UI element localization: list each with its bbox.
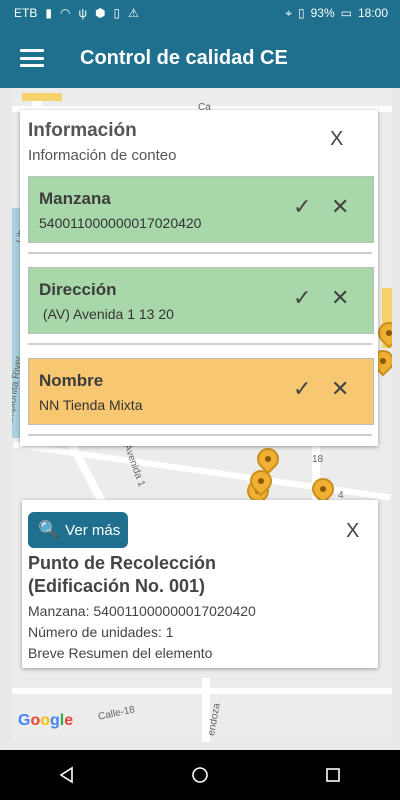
info-panel: Información Información de conteo X Manz… (20, 110, 378, 446)
row-label: Dirección (39, 280, 117, 299)
battery-icon: ▭ (340, 6, 352, 20)
info-subtitle: Información de conteo (28, 147, 177, 164)
battery-percent: 93% (310, 6, 335, 20)
carrier-label: ETB (14, 6, 38, 20)
wifi-icon: ◠ (59, 6, 71, 20)
info-row-direccion: Dirección (AV) Avenida 1 13 20 ✓ ✕ (28, 267, 374, 334)
cross-icon[interactable]: ✕ (331, 194, 349, 220)
info-row-nombre: Nombre NN Tienda Mixta ✓ ✕ (28, 358, 374, 425)
manzana-line: Manzana: 540011000000017020420 (28, 603, 256, 619)
cross-icon[interactable]: ✕ (331, 285, 349, 311)
warning-icon: ⚠ (128, 6, 139, 20)
collection-point-card: 🔍 Ver más X Punto de Recolección (Edific… (22, 500, 378, 668)
row-label: Manzana (39, 189, 111, 208)
system-nav-bar (0, 750, 400, 800)
status-bar: ETB ▮ ◠ ψ ⬢ ▯ ⚠ ⌖ ▯ 93% ▭ 18:00 (0, 0, 400, 28)
row-label: Nombre (39, 371, 104, 390)
sim-icon: ▯ (113, 6, 121, 20)
home-icon[interactable] (191, 766, 209, 784)
usb-icon: ψ (78, 6, 87, 20)
cross-icon[interactable]: ✕ (331, 376, 349, 402)
shield-icon: ⬢ (95, 6, 106, 20)
point-title: Punto de Recolección (Edificación No. 00… (28, 552, 328, 598)
app-title: Control de calidad CE (80, 46, 288, 69)
summary-line: Breve Resumen del elemento (28, 645, 213, 661)
check-icon[interactable]: ✓ (293, 194, 311, 220)
clock: 18:00 (357, 6, 388, 20)
point-title-line2: (Edificación No. 001) (28, 576, 206, 596)
close-point-button[interactable]: X (346, 520, 359, 543)
units-line: Número de unidades: 1 (28, 624, 174, 640)
google-logo: Google (18, 712, 74, 729)
recents-icon[interactable] (324, 766, 342, 784)
row-value: 540011000000017020420 (39, 215, 202, 231)
street-label: 18 (312, 454, 324, 465)
street-label: Calle-18 (97, 704, 136, 723)
search-icon: 🔍 (38, 520, 60, 539)
ver-mas-label: Ver más (65, 521, 121, 539)
app-bar: Control de calidad CE (0, 28, 400, 88)
info-row-manzana: Manzana 540011000000017020420 ✓ ✕ (28, 176, 374, 243)
location-icon: ⌖ (285, 6, 292, 20)
signal-icon: ▮ (45, 6, 52, 20)
check-icon[interactable]: ✓ (293, 376, 311, 402)
close-info-button[interactable]: X (330, 128, 343, 151)
menu-icon[interactable] (20, 49, 44, 67)
vibrate-icon: ▯ (297, 6, 305, 20)
point-title-line1: Punto de Recolección (28, 553, 217, 573)
info-title: Información (28, 120, 137, 141)
check-icon[interactable]: ✓ (293, 285, 311, 311)
ver-mas-button[interactable]: 🔍 Ver más (28, 512, 128, 548)
row-value: NN Tienda Mixta (39, 397, 143, 413)
row-value: (AV) Avenida 1 13 20 (39, 306, 174, 322)
back-icon[interactable] (58, 766, 76, 784)
